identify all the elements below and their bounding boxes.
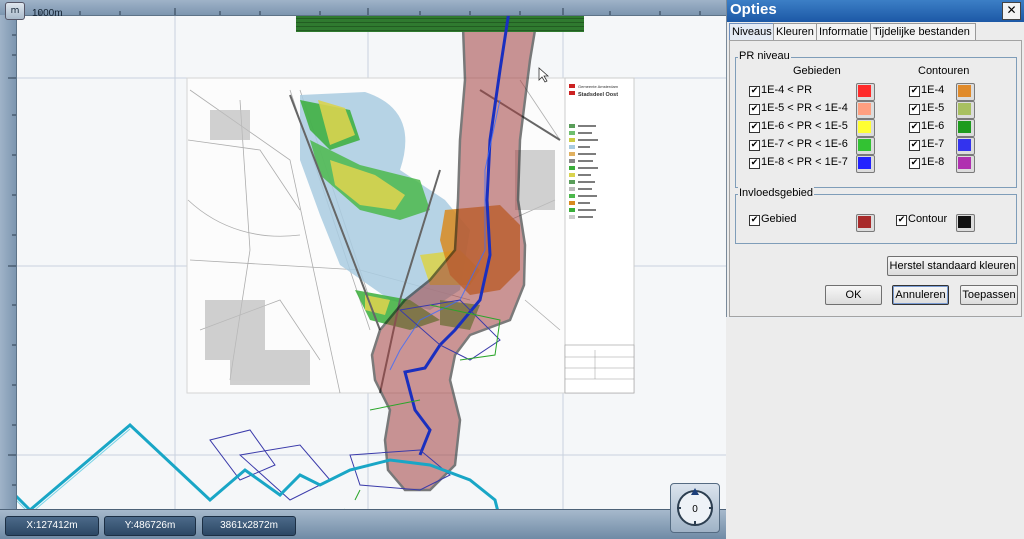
- y-coordinate: Y:486726m: [104, 516, 196, 536]
- influence-contour-swatch: [958, 216, 971, 228]
- area-swatch-1e4: [858, 85, 871, 97]
- tab-tijdelijke-bestanden[interactable]: Tijdelijke bestanden: [870, 23, 976, 40]
- contour-checkbox-1e7[interactable]: ✔: [909, 140, 920, 151]
- tab-informatie[interactable]: Informatie: [816, 23, 873, 40]
- contour-checkbox-1e5[interactable]: ✔: [909, 104, 920, 115]
- influence-contour-color[interactable]: [956, 214, 975, 232]
- area-label-1e7: 1E-7 < PR < 1E-6: [761, 138, 848, 150]
- area-checkbox-1e7[interactable]: ✔: [749, 140, 760, 151]
- influence-area-checkbox[interactable]: ✔: [749, 215, 760, 226]
- contour-swatch-1e6: [958, 121, 971, 133]
- contour-label-1e4: 1E-4: [921, 84, 945, 96]
- legend-district: Stadsdeel Oost: [578, 92, 618, 98]
- ruler-top: [0, 0, 726, 16]
- contour-swatch-1e5: [958, 103, 971, 115]
- scale-unit-button[interactable]: m: [5, 2, 25, 20]
- ok-button[interactable]: OK: [825, 285, 882, 305]
- area-checkbox-1e6[interactable]: ✔: [749, 122, 760, 133]
- x-coordinate: X:127412m: [5, 516, 99, 536]
- compass-control[interactable]: 0: [670, 483, 720, 533]
- scale-label: 1000m: [32, 8, 63, 19]
- influence-contour-label: Contour: [908, 213, 948, 225]
- contour-swatch-1e8: [958, 157, 971, 169]
- area-label-1e5: 1E-5 < PR < 1E-4: [761, 102, 848, 114]
- influence-area-color[interactable]: [856, 214, 875, 232]
- map-extent: 3861x2872m: [202, 516, 296, 536]
- empty-panel: [726, 318, 1024, 539]
- contour-color-1e4[interactable]: [956, 83, 975, 101]
- dialog-title: Opties: [730, 1, 777, 18]
- contour-color-1e8[interactable]: [956, 155, 975, 173]
- dialog-titlebar[interactable]: Opties ✕: [727, 0, 1024, 22]
- area-label-1e6: 1E-6 < PR < 1E-5: [761, 120, 848, 132]
- area-color-1e4[interactable]: [856, 83, 875, 101]
- contour-color-1e6[interactable]: [956, 119, 975, 137]
- influence-group: Invloedsgebied ✔ Gebied ✔ Contour: [735, 187, 1017, 244]
- niveaus-panel: PR niveau Gebieden Contouren ✔ 1E-4 < PR…: [729, 40, 1022, 317]
- influence-area-swatch: [858, 216, 871, 228]
- area-swatch-1e8: [858, 157, 871, 169]
- areas-column-header: Gebieden: [793, 65, 841, 77]
- legend-org: Gemeente Amsterdam: [578, 84, 619, 89]
- area-swatch-1e6: [858, 121, 871, 133]
- contour-checkbox-1e6[interactable]: ✔: [909, 122, 920, 133]
- contour-label-1e5: 1E-5: [921, 102, 945, 114]
- cancel-button[interactable]: Annuleren: [892, 285, 949, 305]
- area-color-1e8[interactable]: [856, 155, 875, 173]
- area-color-1e5[interactable]: [856, 101, 875, 119]
- area-checkbox-1e4[interactable]: ✔: [749, 86, 760, 97]
- contours-column-header: Contouren: [918, 65, 970, 77]
- area-color-1e7[interactable]: [856, 137, 875, 155]
- tab-niveaus[interactable]: Niveaus: [729, 23, 774, 40]
- area-label-1e4: 1E-4 < PR: [761, 84, 813, 96]
- contour-color-1e7[interactable]: [956, 137, 975, 155]
- tab-kleuren[interactable]: Kleuren: [773, 23, 820, 40]
- compass-icon: 0: [677, 488, 713, 526]
- apply-button[interactable]: Toepassen: [960, 285, 1018, 305]
- contour-color-1e5[interactable]: [956, 101, 975, 119]
- compass-value: 0: [692, 504, 698, 515]
- area-checkbox-1e8[interactable]: ✔: [749, 158, 760, 169]
- map-legend: Gemeente Amsterdam Stadsdeel Oost: [564, 77, 635, 394]
- contour-checkbox-1e8[interactable]: ✔: [909, 158, 920, 169]
- area-label-1e8: 1E-8 < PR < 1E-7: [761, 156, 848, 168]
- pr-group-title: PR niveau: [738, 50, 791, 62]
- area-swatch-1e7: [858, 139, 871, 151]
- contour-swatch-1e4: [958, 85, 971, 97]
- contour-label-1e7: 1E-7: [921, 138, 945, 150]
- options-dialog: Opties ✕ Niveaus Kleuren Informatie Tijd…: [726, 0, 1024, 317]
- pr-level-group: PR niveau Gebieden Contouren ✔ 1E-4 < PR…: [735, 50, 1017, 188]
- map-canvas[interactable]: Gemeente Amsterdam Stadsdeel Oost: [0, 0, 726, 539]
- close-button[interactable]: ✕: [1002, 2, 1021, 20]
- reset-colors-button[interactable]: Herstel standaard kleuren: [887, 256, 1018, 276]
- ruler-left: [0, 15, 17, 509]
- green-strip: [296, 15, 584, 32]
- contour-label-1e8: 1E-8: [921, 156, 945, 168]
- contour-checkbox-1e4[interactable]: ✔: [909, 86, 920, 97]
- area-color-1e6[interactable]: [856, 119, 875, 137]
- contour-swatch-1e7: [958, 139, 971, 151]
- influence-contour-checkbox[interactable]: ✔: [896, 215, 907, 226]
- contour-label-1e6: 1E-6: [921, 120, 945, 132]
- map-view[interactable]: Gemeente Amsterdam Stadsdeel Oost m 1000…: [0, 0, 726, 539]
- area-swatch-1e5: [858, 103, 871, 115]
- influence-area-label: Gebied: [761, 213, 797, 225]
- area-checkbox-1e5[interactable]: ✔: [749, 104, 760, 115]
- status-bar: X:127412m Y:486726m 3861x2872m: [0, 509, 726, 539]
- influence-group-title: Invloedsgebied: [738, 187, 815, 199]
